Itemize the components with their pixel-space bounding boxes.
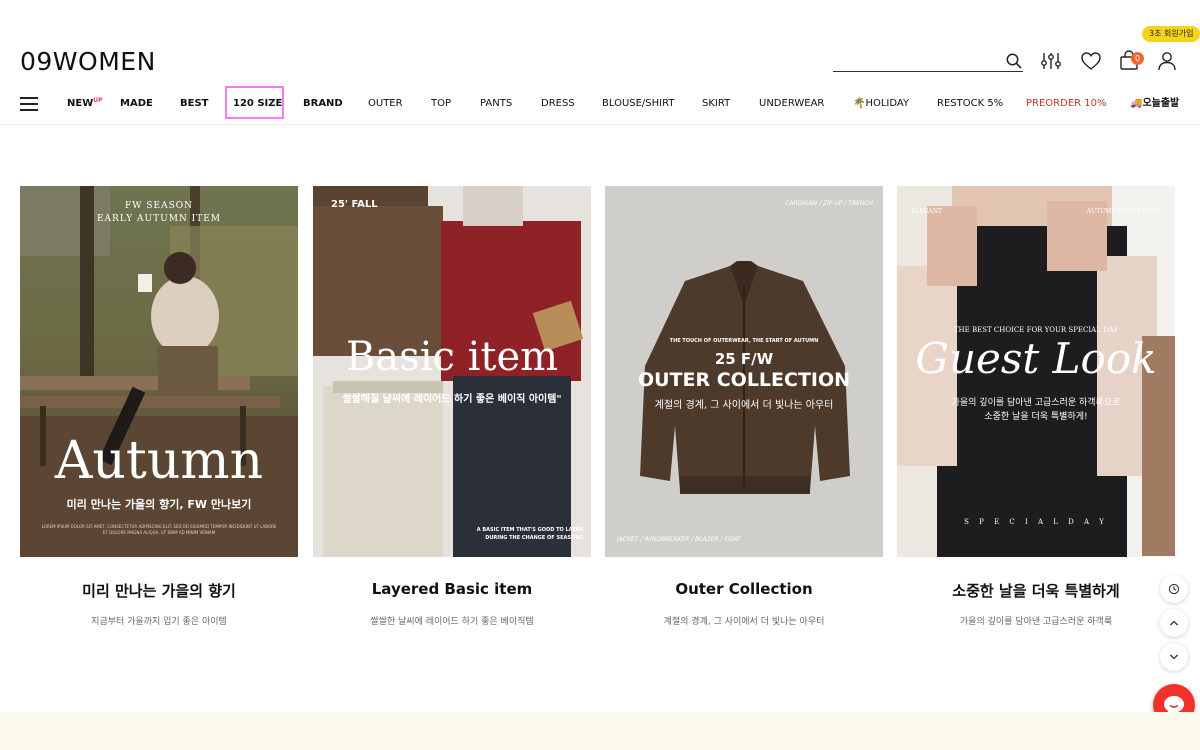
banner-autumn-caption: 미리 만나는 가을의 향기, FW 만나보기 (66, 498, 252, 511)
banner-image-autumn[interactable]: FW SEASON EARLY AUTUMN ITEM Autumn 미리 만나… (20, 186, 298, 557)
banner-subtitle-outer: 계절의 경계, 그 사이에서 더 빛나는 아우터 (663, 617, 825, 627)
banner-outer-tagline: THE TOUCH OF OUTERWEAR, THE START OF AUT… (669, 338, 819, 344)
banner-title-basic[interactable]: Layered Basic item (313, 580, 591, 598)
nav-item-best[interactable]: BEST (180, 97, 208, 110)
banner-autumn-fine-print: LOREM IPSUM DOLOR SIT AMET, CONSECTETUR … (41, 524, 277, 535)
signup-badge[interactable]: 3초 회원가입 (1142, 26, 1200, 42)
banner-autumn-item-text: EARLY AUTUMN ITEM (96, 214, 221, 224)
banner-outer-category-text: CARDIGAN / ZIP-UP / TRENCH (785, 200, 873, 207)
banner-guest-autumn-text: AUTUMN GUEST LOOK (1086, 208, 1161, 215)
banner-autumn-headline: Autumn (54, 431, 264, 491)
nav-item-made[interactable]: MADE (120, 97, 153, 110)
main-nav: NEWUP MADE BEST 120 SIZE BRAND OUTER TOP… (0, 88, 1200, 125)
nav-new-badge: UP (93, 97, 103, 104)
cart-count-badge: 0 (1131, 52, 1144, 65)
banner-subtitle-autumn: 지금부터 가을까지 입기 좋은 아이템 (91, 617, 227, 627)
filter-icon[interactable] (1040, 50, 1062, 72)
search-icon[interactable] (1005, 52, 1023, 70)
nav-item-outer[interactable]: OUTER (368, 97, 403, 110)
nav-item-brand[interactable]: BRAND (303, 97, 343, 110)
banner-image-outer[interactable]: CARDIGAN / ZIP-UP / TRENCH THE TOUCH OF … (605, 186, 883, 557)
search-bar[interactable] (833, 50, 1023, 72)
banner-title-outer[interactable]: Outer Collection (605, 580, 883, 598)
banner-guest-caption-1: 가을의 깊이를 담아낸 고급스러운 하객룩으로 (951, 398, 1121, 408)
banner-guest-elegant-text: ELEGANT (911, 208, 943, 215)
banner-guest-tagline: THE BEST CHOICE FOR YOUR SPECIAL DAY (953, 326, 1119, 334)
banner-outer-headline: OUTER COLLECTION (637, 369, 851, 391)
scroll-bottom-button[interactable] (1160, 643, 1188, 671)
banner-basic-caption: 쌀쌀해질 날씨에 레이어드 하기 좋은 베이직 아이템" (342, 394, 562, 405)
banner-guest-fine-print: S P E C I A L D A Y (964, 518, 1108, 526)
banner-subtitle-guest: 가을의 깊이를 담아낸 고급스러운 하객룩 (959, 617, 1113, 627)
user-icon[interactable] (1156, 50, 1178, 72)
nav-item-skirt[interactable]: SKIRT (702, 97, 730, 110)
banner-card-autumn[interactable]: FW SEASON EARLY AUTUMN ITEM Autumn 미리 만나… (20, 186, 298, 557)
nav-item-preorder[interactable]: PREORDER 10% (1026, 97, 1107, 110)
banner-basic-season-text: 25' FALL (331, 199, 378, 210)
nav-item-new[interactable]: NEWUP (67, 97, 103, 111)
banner-outer-fine-print: JACKET / WINDBREAKER / BLAZER / COAT (617, 536, 741, 543)
nav-item-today-ship[interactable]: 🚚오늘출발 (1130, 97, 1179, 110)
nav-item-restock[interactable]: RESTOCK 5% (937, 97, 1003, 110)
banner-image-basic[interactable]: 25' FALL Basic item 쌀쌀해질 날씨에 레이어드 하기 좋은 … (313, 186, 591, 557)
search-input[interactable] (833, 51, 998, 71)
nav-item-dress[interactable]: DRESS (541, 97, 575, 110)
banner-basic-fine-print: A BASIC ITEM THAT'S GOOD TO LAYER DURING… (476, 527, 583, 541)
nav-item-underwear[interactable]: UNDERWEAR (759, 97, 824, 110)
nav-item-label: NEW (67, 98, 94, 109)
banner-card-guest[interactable]: ELEGANT AUTUMN GUEST LOOK THE BEST CHOIC… (897, 186, 1175, 557)
banner-autumn-season-text: FW SEASON (124, 201, 193, 211)
scroll-top-button[interactable] (1160, 609, 1188, 637)
banner-image-guest[interactable]: ELEGANT AUTUMN GUEST LOOK THE BEST CHOIC… (897, 186, 1175, 557)
nav-item-pants[interactable]: PANTS (480, 97, 512, 110)
banner-subtitle-basic: 쌀쌀한 날씨에 레이어드 하기 좋은 베이직템 (370, 617, 534, 627)
banner-guest-caption-2: 소중한 날을 더욱 특별하게! (984, 412, 1088, 422)
nav-item-top[interactable]: TOP (431, 97, 451, 110)
banner-card-outer[interactable]: CARDIGAN / ZIP-UP / TRENCH THE TOUCH OF … (605, 186, 883, 557)
banner-outer-season: 25 F/W (714, 350, 774, 368)
banner-title-guest[interactable]: 소중한 날을 더욱 특별하게 (897, 580, 1175, 601)
footer-band (0, 712, 1200, 750)
banner-basic-headline: Basic item (345, 334, 559, 380)
nav-item-holiday[interactable]: 🌴HOLIDAY (853, 97, 909, 110)
nav-item-blouse-shirt[interactable]: BLOUSE/SHIRT (602, 97, 674, 110)
banner-guest-headline: Guest Look (915, 334, 1157, 383)
recent-view-button[interactable] (1160, 575, 1188, 603)
nav-highlight-box (225, 86, 284, 119)
hamburger-menu-icon[interactable] (20, 97, 38, 111)
banner-title-autumn[interactable]: 미리 만나는 가을의 향기 (20, 580, 298, 601)
heart-icon[interactable] (1080, 50, 1102, 72)
banner-card-basic[interactable]: 25' FALL Basic item 쌀쌀해질 날씨에 레이어드 하기 좋은 … (313, 186, 591, 557)
banner-outer-caption: 계절의 경계, 그 사이에서 더 빛나는 아우터 (654, 400, 834, 411)
site-logo[interactable]: 09WOMEN (20, 47, 156, 76)
